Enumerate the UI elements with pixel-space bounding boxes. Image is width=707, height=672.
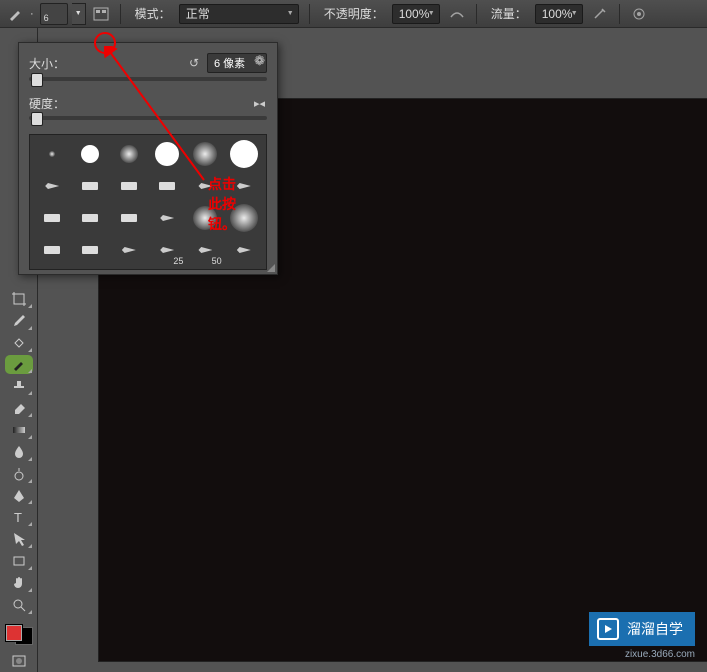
size-label: 大小： — [29, 55, 69, 72]
size-slider[interactable] — [29, 77, 267, 81]
hardness-label: 硬度： — [29, 95, 69, 112]
brush-preset[interactable] — [226, 139, 262, 169]
brush-preset[interactable] — [187, 139, 223, 169]
separator — [619, 4, 620, 24]
hand-tool[interactable] — [5, 573, 33, 593]
foreground-color[interactable] — [5, 624, 23, 642]
reset-icon[interactable]: ↺ — [189, 56, 199, 70]
watermark: 溜溜自学 — [589, 612, 695, 646]
brush-preset[interactable] — [111, 203, 147, 233]
flow-label: 流量： — [491, 5, 527, 22]
brush-preset[interactable] — [226, 203, 262, 233]
eraser-tool[interactable] — [5, 398, 33, 418]
brush-preset[interactable] — [226, 235, 262, 265]
brush-preset[interactable] — [149, 171, 185, 201]
brush-preset[interactable] — [111, 139, 147, 169]
brush-tool-icon — [6, 5, 24, 23]
separator — [476, 4, 477, 24]
brush-presets-grid: 25 50 — [29, 134, 267, 270]
brush-preset[interactable] — [111, 171, 147, 201]
separator — [309, 4, 310, 24]
quickmask-toggle[interactable] — [5, 651, 33, 671]
dodge-tool[interactable] — [5, 464, 33, 484]
brush-preset[interactable] — [187, 203, 223, 233]
flow-input[interactable]: 100% — [535, 4, 583, 24]
opacity-input[interactable]: 100% — [392, 4, 440, 24]
brush-preset-dropdown[interactable] — [72, 3, 86, 25]
brush-preset[interactable] — [34, 235, 70, 265]
pressure-size-icon[interactable] — [630, 5, 648, 23]
panel-menu-icon[interactable]: ▸◂ — [254, 97, 265, 110]
brush-preset[interactable] — [111, 235, 147, 265]
gear-icon[interactable]: ❁ — [254, 53, 265, 69]
watermark-url: zixue.3d66.com — [625, 649, 695, 660]
path-select-tool[interactable] — [5, 529, 33, 549]
blend-mode-select[interactable]: 正常 — [179, 4, 299, 24]
brush-preset[interactable] — [72, 203, 108, 233]
airbrush-icon[interactable] — [591, 5, 609, 23]
hardness-slider[interactable] — [29, 116, 267, 120]
type-tool[interactable]: T — [5, 507, 33, 527]
shape-tool[interactable] — [5, 551, 33, 571]
color-swatches[interactable] — [5, 624, 33, 645]
brush-preset-panel: ❁ ▸◂ 大小： ↺ 硬度： — [18, 42, 278, 275]
gradient-tool[interactable] — [5, 420, 33, 440]
resize-handle-icon[interactable] — [267, 264, 275, 272]
pen-tool[interactable] — [5, 486, 33, 506]
brush-preset[interactable] — [34, 171, 70, 201]
brush-preset[interactable]: 50 — [187, 235, 223, 265]
brush-panel-toggle-icon[interactable] — [92, 5, 110, 23]
brush-preset[interactable]: 25 — [149, 235, 185, 265]
brush-preset[interactable] — [226, 171, 262, 201]
svg-text:T: T — [14, 510, 22, 525]
pressure-opacity-icon[interactable] — [448, 5, 466, 23]
blur-tool[interactable] — [5, 442, 33, 462]
brush-preset[interactable] — [34, 139, 70, 169]
brush-preset[interactable] — [149, 203, 185, 233]
healing-tool[interactable] — [5, 333, 33, 353]
play-icon — [597, 618, 619, 640]
separator — [120, 4, 121, 24]
crop-tool[interactable] — [5, 289, 33, 309]
brush-preset[interactable] — [72, 171, 108, 201]
stamp-tool[interactable] — [5, 376, 33, 396]
brush-preset[interactable] — [72, 139, 108, 169]
brush-preset[interactable] — [149, 139, 185, 169]
mode-label: 模式： — [135, 5, 171, 22]
watermark-text: 溜溜自学 — [627, 619, 683, 639]
brush-preset[interactable] — [72, 235, 108, 265]
brush-tool[interactable] — [5, 355, 33, 375]
brush-size-preview[interactable]: 6 — [40, 3, 68, 25]
eyedropper-tool[interactable] — [5, 311, 33, 331]
dot-sep: · — [30, 8, 34, 20]
zoom-tool[interactable] — [5, 595, 33, 615]
top-toolbar: · 6 模式： 正常 不透明度： 100% 流量： 100% — [0, 0, 707, 28]
brush-preset[interactable] — [187, 171, 223, 201]
opacity-label: 不透明度： — [324, 5, 384, 22]
brush-preset[interactable] — [34, 203, 70, 233]
